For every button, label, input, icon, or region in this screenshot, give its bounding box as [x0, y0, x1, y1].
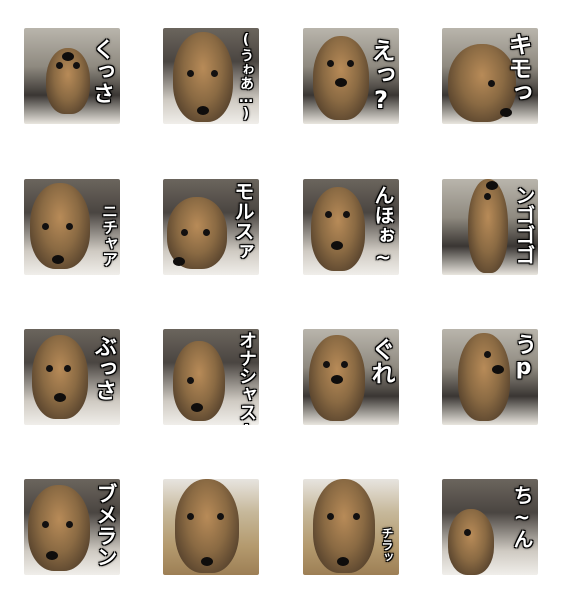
dog-image: [313, 36, 369, 120]
dog-image: [32, 335, 88, 419]
dog-image: [30, 183, 90, 269]
sticker-tile[interactable]: ぶっさ: [24, 329, 120, 425]
dog-image: [28, 485, 90, 571]
sticker-tile[interactable]: えっ?: [303, 28, 399, 124]
sticker-tile[interactable]: オナシャス!!: [163, 329, 259, 425]
sticker-caption: チラッ: [380, 527, 394, 563]
sticker-caption: ぐれ: [367, 337, 395, 385]
sticker-grid: くっさ (うゎあ…) えっ? キモっ ニチャア モルスァ んほぉ~ ンゴゴゴ ぶ…: [0, 0, 562, 600]
dog-image: [175, 479, 239, 573]
sticker-tile[interactable]: うp: [442, 329, 538, 425]
sticker-tile[interactable]: チラッ: [303, 479, 399, 575]
sticker-tile[interactable]: くっさ: [24, 28, 120, 124]
sticker-tile[interactable]: ンゴゴゴ: [442, 179, 538, 275]
sticker-caption: モルスァ: [231, 181, 255, 261]
sticker-caption: えっ?: [367, 38, 395, 114]
sticker-tile[interactable]: [163, 479, 259, 575]
sticker-caption: ンゴゴゴ: [512, 185, 536, 265]
sticker-caption: (うゎあ…): [238, 32, 254, 122]
sticker-caption: ブメラン: [94, 483, 118, 567]
dog-image: [313, 479, 375, 573]
sticker-tile[interactable]: キモっ: [442, 28, 538, 124]
sticker-caption: オナシャス!!: [236, 331, 257, 425]
dog-image: [167, 197, 227, 269]
sticker-tile[interactable]: んほぉ~: [303, 179, 399, 275]
sticker-caption: ぶっさ: [91, 335, 116, 401]
sticker-caption: くっさ: [89, 38, 114, 104]
sticker-tile[interactable]: ニチャア: [24, 179, 120, 275]
sticker-caption: んほぉ~: [371, 185, 395, 269]
sticker-tile[interactable]: ち~ん: [442, 479, 538, 575]
dog-image: [458, 333, 510, 421]
dog-image: [311, 187, 365, 271]
dog-image: [46, 48, 90, 114]
sticker-caption: うp: [511, 333, 536, 380]
dog-image: [173, 32, 233, 122]
sticker-caption: キモっ: [504, 32, 532, 104]
sticker-tile[interactable]: モルスァ: [163, 179, 259, 275]
sticker-caption: ち~ん: [510, 485, 534, 549]
sticker-tile[interactable]: ぐれ: [303, 329, 399, 425]
sticker-tile[interactable]: ブメラン: [24, 479, 120, 575]
dog-image: [309, 335, 365, 421]
sticker-caption: ニチャア: [99, 203, 118, 267]
dog-image: [173, 341, 225, 421]
sticker-tile[interactable]: (うゎあ…): [163, 28, 259, 124]
dog-image: [468, 179, 508, 273]
dog-image: [448, 509, 494, 575]
